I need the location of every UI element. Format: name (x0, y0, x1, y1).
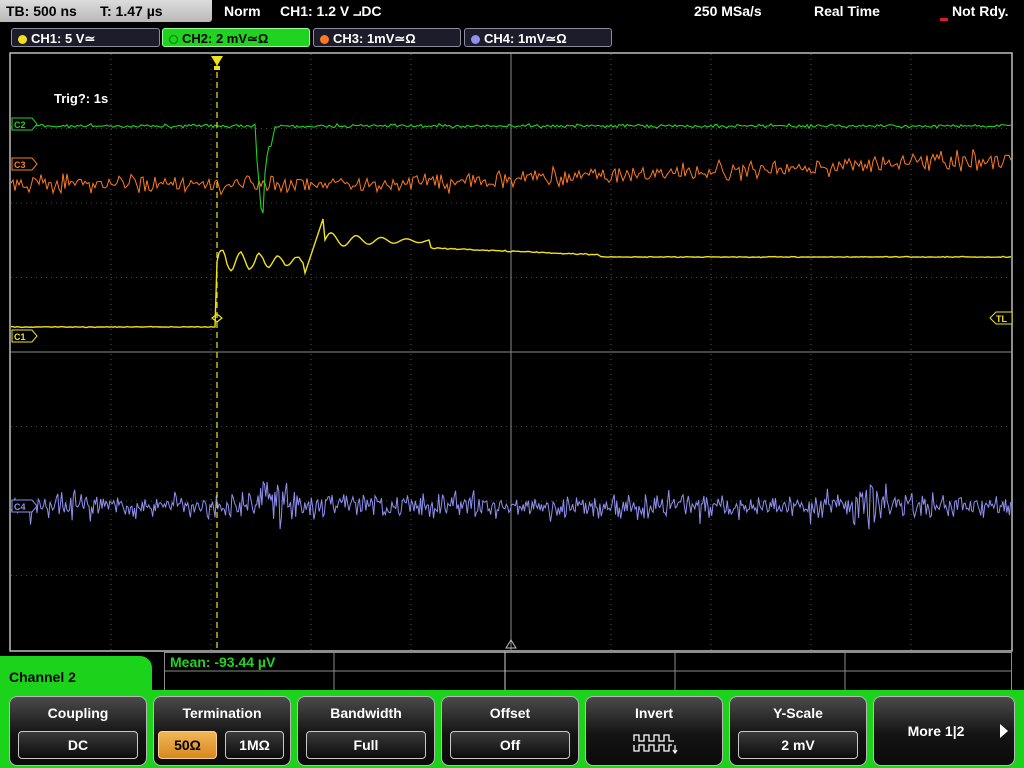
acquisition-mode[interactable]: Real Time (814, 3, 880, 19)
invert-softkey[interactable]: Invert (585, 696, 723, 766)
offset-value: Off (450, 731, 570, 759)
bandwidth-value: Full (306, 731, 426, 759)
ch1-color-dot (18, 35, 27, 44)
ch3-color-dot (320, 35, 329, 44)
ch3-marker-label: C3 (14, 160, 26, 170)
bandwidth-title: Bandwidth (330, 705, 402, 721)
trigger-mode[interactable]: Norm (224, 3, 261, 19)
offset-softkey[interactable]: Offset Off (441, 696, 579, 766)
ch2-ground-marker[interactable]: C2 (11, 117, 38, 131)
measurement-readout: Mean: -93.44 µV (170, 654, 276, 670)
ch4-marker-label: C4 (14, 502, 26, 512)
offset-title: Offset (489, 705, 531, 721)
measurement-panel: Mean: -93.44 µV (164, 652, 1012, 692)
yscale-softkey[interactable]: Y-Scale 2 mV (729, 696, 867, 766)
coupling-softkey[interactable]: Coupling DC (9, 696, 147, 766)
ch2-marker-label: C2 (14, 120, 26, 130)
termination-50ohm-option[interactable]: 50Ω (158, 731, 217, 759)
trigger-position-marker (211, 56, 223, 66)
not-ready-indicator (940, 18, 948, 21)
timebase-box[interactable]: TB: 500 ns T: 1.47 µs (0, 0, 212, 22)
menu-title: Channel 2 (9, 669, 76, 685)
channel-tab-ch4[interactable]: CH4: 1mV≃Ω (464, 28, 612, 47)
waveform-display[interactable]: C2 C3 C1 C4 TL Trig?: 1s (0, 48, 1024, 656)
channel-tab-ch4-label: CH4: 1mV≃Ω (484, 31, 567, 46)
coupling-value: DC (18, 731, 138, 759)
sample-rate: 250 MSa/s (694, 3, 762, 19)
menu-title-tab: Channel 2 (0, 656, 152, 696)
trigger-level-label: TL (996, 314, 1007, 324)
channel-tab-ch1-label: CH1: 5 V≃ (31, 31, 96, 46)
ready-state: Not Rdy. (952, 3, 1009, 19)
termination-softkey[interactable]: Termination 50Ω 1MΩ (153, 696, 291, 766)
trigger-status-text: Trig?: 1s (54, 91, 108, 106)
trigger-source[interactable]: CH1: 1.2 V ⨼DC (280, 3, 382, 20)
ch4-ground-marker[interactable]: C4 (11, 499, 38, 513)
yscale-title: Y-Scale (773, 705, 823, 721)
channel-tab-ch3[interactable]: CH3: 1mV≃Ω (313, 28, 461, 47)
trigger-level-marker[interactable]: TL (989, 311, 1013, 325)
invert-title: Invert (634, 705, 674, 721)
timebase-readout: TB: 500 ns (6, 3, 77, 19)
bandwidth-softkey[interactable]: Bandwidth Full (297, 696, 435, 766)
ch2-color-dot (169, 35, 178, 44)
ch1-ground-marker[interactable]: C1 (11, 329, 38, 343)
ch3-ground-marker[interactable]: C3 (11, 157, 38, 171)
ch4-color-dot (471, 35, 480, 44)
channel-tab-ch2[interactable]: CH2: 2 mV≃Ω (162, 28, 310, 47)
status-bar: TB: 500 ns T: 1.47 µs Norm CH1: 1.2 V ⨼D… (0, 0, 1024, 26)
invert-waveform-icon (633, 734, 678, 755)
channel-tab-ch1[interactable]: CH1: 5 V≃ (11, 28, 160, 47)
channel-tab-ch3-label: CH3: 1mV≃Ω (333, 31, 416, 46)
coupling-title: Coupling (47, 705, 109, 721)
ch1-marker-label: C1 (14, 332, 26, 342)
more-softkey[interactable]: More 1|2 (873, 696, 1015, 766)
termination-title: Termination (182, 705, 262, 721)
more-label: More 1|2 (907, 723, 965, 739)
triangle-right-icon (1000, 724, 1008, 738)
yscale-value: 2 mV (738, 731, 858, 759)
channel-tab-ch2-label: CH2: 2 mV≃Ω (182, 31, 269, 46)
trigger-time-readout: T: 1.47 µs (100, 3, 163, 19)
termination-1mohm-option[interactable]: 1MΩ (225, 731, 284, 759)
display-grid (11, 54, 1011, 650)
